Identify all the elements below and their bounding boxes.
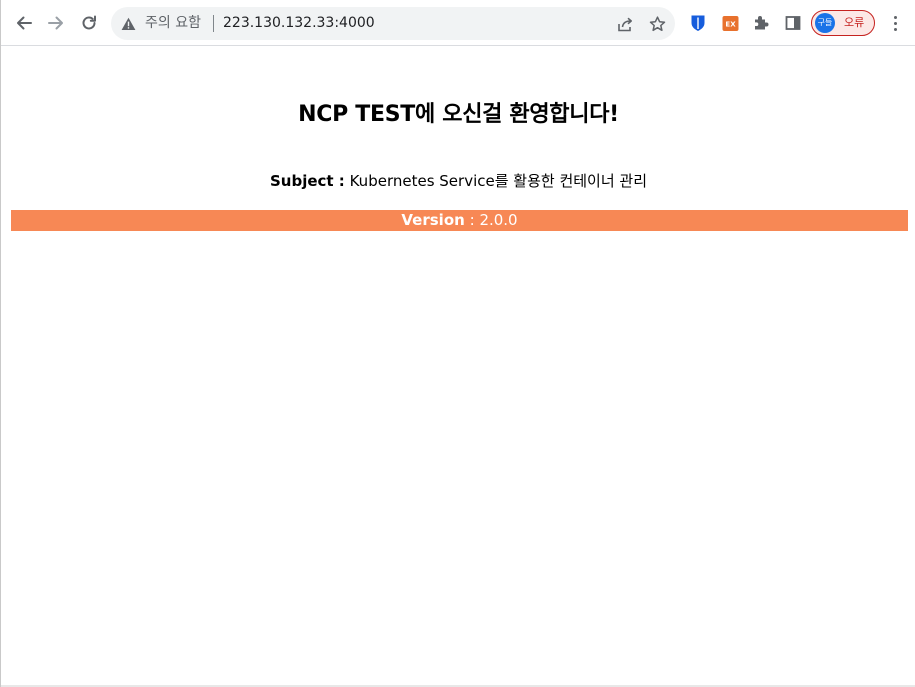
avatar: 구들 bbox=[815, 13, 835, 33]
bitwarden-extension-button[interactable] bbox=[688, 13, 708, 33]
version-bar: Version : 2.0.0 bbox=[11, 210, 908, 231]
arrow-right-icon bbox=[48, 16, 63, 30]
version-value: 2.0.0 bbox=[479, 211, 518, 229]
warning-icon[interactable] bbox=[121, 16, 136, 35]
extensions-button[interactable] bbox=[751, 13, 771, 33]
subject-line: Subject : Kubernetes Service를 활용한 컨테이너 관… bbox=[1, 170, 915, 191]
svg-text:EX: EX bbox=[725, 20, 736, 28]
ex-extension-button[interactable]: EX bbox=[720, 13, 740, 33]
bookmark-star-button[interactable] bbox=[646, 13, 668, 35]
page-title: NCP TEST에 오신걸 환영합니다! bbox=[298, 102, 619, 127]
side-panel-icon bbox=[785, 16, 801, 30]
bitwarden-icon bbox=[691, 15, 705, 31]
url-text[interactable]: 223.130.132.33:4000 bbox=[223, 15, 375, 32]
back-button[interactable] bbox=[9, 8, 39, 38]
reload-button[interactable] bbox=[74, 8, 104, 38]
arrow-left-icon bbox=[17, 16, 32, 30]
share-icon bbox=[617, 17, 632, 31]
puzzle-icon bbox=[755, 16, 769, 30]
browser-toolbar: 주의 요함 223.130.132.33:4000 EX 구들 오류 bbox=[1, 0, 915, 46]
ex-extension-icon: EX bbox=[722, 15, 738, 31]
browser-menu-button[interactable] bbox=[885, 13, 905, 33]
version-separator: : bbox=[469, 211, 475, 229]
profile-error-label: 오류 bbox=[844, 16, 865, 29]
address-bar[interactable]: 주의 요함 223.130.132.33:4000 bbox=[111, 7, 675, 40]
address-separator bbox=[213, 15, 214, 32]
star-icon bbox=[649, 16, 665, 32]
reload-icon bbox=[82, 15, 96, 30]
version-label: Version bbox=[401, 211, 465, 229]
security-status-label[interactable]: 주의 요함 bbox=[145, 15, 201, 32]
profile-button[interactable]: 구들 오류 bbox=[811, 10, 875, 36]
forward-button[interactable] bbox=[41, 8, 71, 38]
subject-value: Kubernetes Service를 활용한 컨테이너 관리 bbox=[349, 172, 648, 190]
page-content: NCP TEST에 오신걸 환영합니다! Subject : Kubernete… bbox=[1, 46, 915, 687]
subject-label: Subject : bbox=[269, 172, 345, 190]
share-button[interactable] bbox=[614, 13, 636, 35]
kebab-menu-icon bbox=[893, 15, 897, 19]
side-panel-button[interactable] bbox=[783, 13, 803, 33]
browser-window: 주의 요함 223.130.132.33:4000 EX 구들 오류 NCP T… bbox=[0, 0, 915, 687]
